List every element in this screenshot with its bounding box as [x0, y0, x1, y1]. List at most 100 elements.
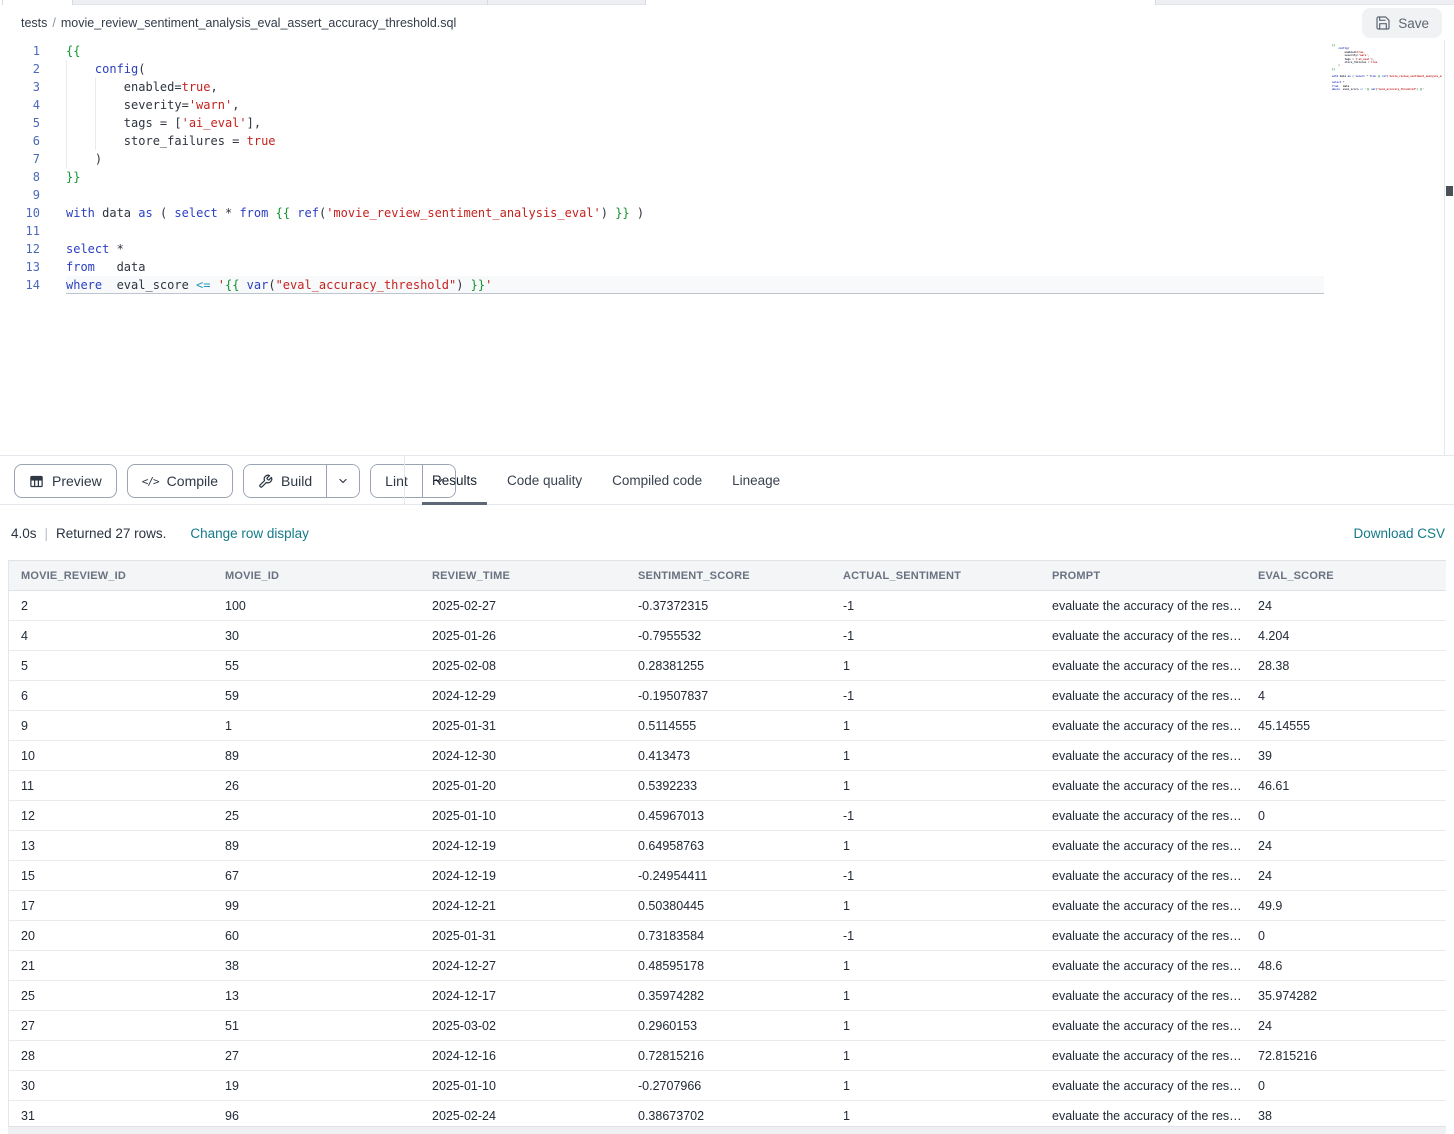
breadcrumb-folder[interactable]: tests	[21, 16, 47, 30]
minimap-content: {{ config( enabled=true, severity='warn'…	[1332, 44, 1442, 91]
table-cell: 2024-12-27	[420, 959, 626, 973]
minimap[interactable]: {{ config( enabled=true, severity='warn'…	[1332, 44, 1442, 91]
tab-results[interactable]: Results	[422, 456, 487, 505]
rows-returned-message: Returned 27 rows.	[56, 526, 166, 541]
compile-button[interactable]: </> Compile	[127, 464, 233, 498]
horizontal-scrollbar[interactable]	[8, 1126, 1446, 1134]
prompt-text: evaluate the accuracy of the res…	[1052, 779, 1242, 793]
prompt-cell[interactable]: evaluate the accuracy of the res…	[1040, 719, 1246, 733]
preview-button[interactable]: Preview	[14, 464, 117, 498]
table-cell: 2025-01-10	[420, 809, 626, 823]
toolbar-tabs-divider	[404, 456, 405, 505]
prompt-text: evaluate the accuracy of the res…	[1052, 599, 1242, 613]
editor-scrollbar-thumb[interactable]	[1446, 186, 1453, 196]
code-line[interactable]: 11	[0, 222, 1324, 240]
tab-lineage[interactable]: Lineage	[722, 456, 790, 505]
table-cell: 2024-12-16	[420, 1049, 626, 1063]
code-text: severity='warn',	[66, 96, 1324, 114]
table-cell: 51	[213, 1019, 420, 1033]
prompt-cell[interactable]: evaluate the accuracy of the res…	[1040, 779, 1246, 793]
code-line[interactable]: 13from data	[0, 258, 1324, 276]
code-line[interactable]: 8}}	[0, 168, 1324, 186]
code-line[interactable]: 9	[0, 186, 1324, 204]
table-grid-icon	[29, 474, 44, 489]
table-cell: 6	[9, 689, 213, 703]
table-cell: 60	[213, 929, 420, 943]
prompt-text: evaluate the accuracy of the res…	[1052, 989, 1242, 1003]
prompt-cell[interactable]: evaluate the accuracy of the res…	[1040, 809, 1246, 823]
save-button[interactable]: Save	[1362, 8, 1442, 38]
table-cell: 0.5114555	[626, 719, 831, 733]
table-cell: 59	[213, 689, 420, 703]
code-text: }}	[66, 168, 1324, 186]
build-button[interactable]: Build	[244, 465, 326, 497]
query-duration: 4.0s	[11, 526, 37, 541]
breadcrumb-filename: movie_review_sentiment_analysis_eval_ass…	[61, 16, 456, 30]
prompt-cell[interactable]: evaluate the accuracy of the res…	[1040, 659, 1246, 673]
code-line[interactable]: 6 store_failures = true	[0, 132, 1324, 150]
prompt-cell[interactable]: evaluate the accuracy of the res…	[1040, 1109, 1246, 1123]
table-cell: 0.64958763	[626, 839, 831, 853]
tab-code-quality[interactable]: Code quality	[497, 456, 592, 505]
change-row-display-link[interactable]: Change row display	[190, 526, 309, 541]
code-text: enabled=true,	[66, 78, 1324, 96]
prompt-cell[interactable]: evaluate the accuracy of the res…	[1040, 839, 1246, 853]
code-text	[66, 222, 1324, 240]
prompt-cell[interactable]: evaluate the accuracy of the res…	[1040, 749, 1246, 763]
line-number: 9	[0, 186, 40, 204]
table-cell: 17	[9, 899, 213, 913]
code-line[interactable]: 12select *	[0, 240, 1324, 258]
results-tabs: ResultsCode qualityCompiled codeLineage	[422, 456, 790, 505]
code-line[interactable]: 4 severity='warn',	[0, 96, 1324, 114]
column-header: ACTUAL_SENTIMENT	[831, 570, 1040, 582]
prompt-cell[interactable]: evaluate the accuracy of the res…	[1040, 1049, 1246, 1063]
table-cell: 15	[9, 869, 213, 883]
column-header: MOVIE_REVIEW_ID	[9, 570, 213, 582]
prompt-cell[interactable]: evaluate the accuracy of the res…	[1040, 629, 1246, 643]
sql-code-editor[interactable]: 1{{2 config(3 enabled=true,4 severity='w…	[0, 40, 1454, 455]
prompt-cell[interactable]: evaluate the accuracy of the res…	[1040, 1019, 1246, 1033]
code-brackets-icon: </>	[142, 475, 159, 488]
prompt-cell[interactable]: evaluate the accuracy of the res…	[1040, 689, 1246, 703]
prompt-cell[interactable]: evaluate the accuracy of the res…	[1040, 869, 1246, 883]
prompt-text: evaluate the accuracy of the res…	[1052, 959, 1242, 973]
prompt-text: evaluate the accuracy of the res…	[1052, 929, 1242, 943]
prompt-cell[interactable]: evaluate the accuracy of the res…	[1040, 929, 1246, 943]
code-text: )	[66, 150, 1324, 168]
tab-compiled-code[interactable]: Compiled code	[602, 456, 712, 505]
table-cell: 1	[831, 1019, 1040, 1033]
line-number: 5	[0, 114, 40, 132]
line-number: 14	[0, 276, 40, 294]
prompt-cell[interactable]: evaluate the accuracy of the res…	[1040, 1079, 1246, 1093]
code-text	[66, 186, 1324, 204]
table-cell: 1	[831, 719, 1040, 733]
code-line[interactable]: 14where eval_score <= '{{ var("eval_accu…	[0, 276, 1324, 294]
table-cell: 67	[213, 869, 420, 883]
line-number: 12	[0, 240, 40, 258]
prompt-cell[interactable]: evaluate the accuracy of the res…	[1040, 959, 1246, 973]
build-dropdown-button[interactable]	[326, 465, 359, 497]
code-line[interactable]: 1{{	[0, 42, 1324, 60]
code-line[interactable]: 10with data as ( select * from {{ ref('m…	[0, 204, 1324, 222]
code-line[interactable]: 2 config(	[0, 60, 1324, 78]
code-lines: 1{{2 config(3 enabled=true,4 severity='w…	[0, 42, 1324, 294]
code-text: store_failures = true	[66, 132, 1324, 150]
line-number: 4	[0, 96, 40, 114]
lint-button[interactable]: Lint	[371, 465, 422, 497]
prompt-cell[interactable]: evaluate the accuracy of the res…	[1040, 899, 1246, 913]
table-cell: 1	[831, 1109, 1040, 1123]
table-cell: 24	[1246, 1019, 1446, 1033]
table-cell: 26	[213, 779, 420, 793]
table-cell: -0.2707966	[626, 1079, 831, 1093]
table-cell: 2025-02-27	[420, 599, 626, 613]
code-line[interactable]: 5 tags = ['ai_eval'],	[0, 114, 1324, 132]
prompt-cell[interactable]: evaluate the accuracy of the res…	[1040, 989, 1246, 1003]
table-cell: 2024-12-29	[420, 689, 626, 703]
code-line[interactable]: 3 enabled=true,	[0, 78, 1324, 96]
prompt-cell[interactable]: evaluate the accuracy of the res…	[1040, 599, 1246, 613]
table-cell: 45.14555	[1246, 719, 1446, 733]
table-cell: 24	[1246, 599, 1446, 613]
download-csv-link[interactable]: Download CSV	[1353, 526, 1445, 541]
code-line[interactable]: 7 )	[0, 150, 1324, 168]
compile-button-label: Compile	[167, 473, 218, 489]
